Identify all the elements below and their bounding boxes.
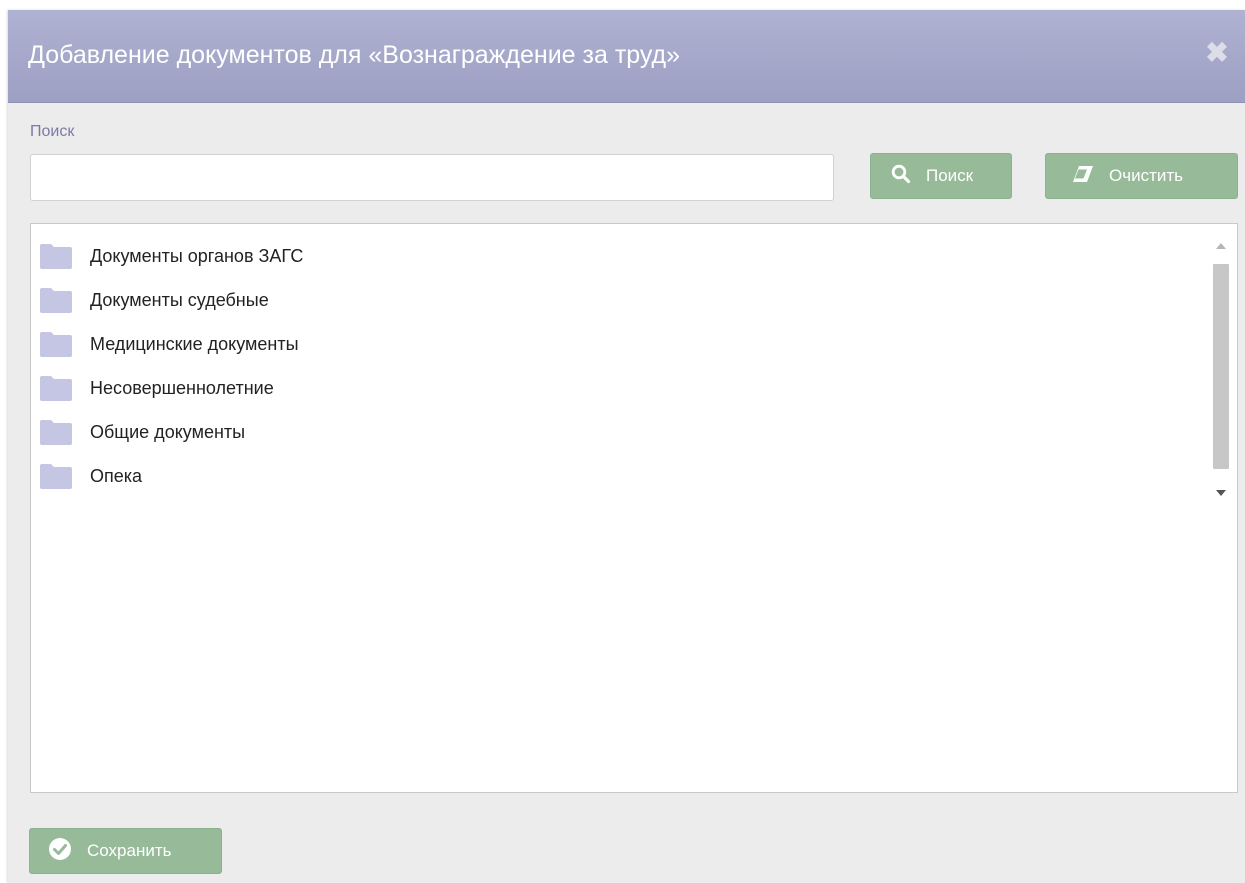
dialog-titlebar: Добавление документов для «Вознаграждени… (8, 10, 1245, 103)
search-button-label: Поиск (926, 166, 974, 185)
eraser-icon (1072, 165, 1094, 188)
search-input[interactable] (30, 154, 834, 201)
tree-item-label: Медицинские документы (90, 333, 299, 354)
clear-button-label: Очистить (1109, 166, 1184, 185)
check-circle-icon (48, 837, 72, 866)
tree-item-label: Документы органов ЗАГС (90, 245, 304, 266)
folder-icon (40, 419, 72, 445)
search-label: Поиск (30, 123, 75, 140)
folder-icon (40, 375, 72, 401)
tree-item-label: Опека (90, 465, 143, 486)
document-tree-panel: Документы органов ЗАГС Документы судебны… (30, 223, 1238, 793)
tree-item[interactable]: Документы органов ЗАГС (31, 234, 303, 278)
clear-button[interactable]: Очистить (1045, 153, 1238, 199)
folder-icon (40, 243, 72, 269)
document-tree: Документы органов ЗАГС Документы судебны… (31, 234, 303, 498)
scroll-up-arrow-icon[interactable] (1212, 237, 1230, 255)
scrollbar-thumb[interactable] (1213, 264, 1229, 469)
tree-item-label: Общие документы (90, 421, 246, 442)
save-button-label: Сохранить (87, 841, 172, 860)
add-documents-dialog: Добавление документов для «Вознаграждени… (8, 10, 1245, 883)
tree-item[interactable]: Опека (31, 454, 303, 498)
dialog-title: Добавление документов для «Вознаграждени… (28, 41, 681, 69)
search-button[interactable]: Поиск (870, 153, 1012, 199)
tree-scrollbar[interactable] (1212, 237, 1230, 502)
close-icon[interactable]: ✖ (1203, 39, 1231, 67)
tree-item[interactable]: Общие документы (31, 410, 303, 454)
folder-icon (40, 463, 72, 489)
tree-item[interactable]: Документы судебные (31, 278, 303, 322)
tree-item[interactable]: Медицинские документы (31, 322, 303, 366)
tree-item-label: Документы судебные (90, 289, 269, 310)
folder-icon (40, 287, 72, 313)
scroll-down-arrow-icon[interactable] (1212, 484, 1230, 502)
search-icon (891, 164, 911, 189)
save-button[interactable]: Сохранить (29, 828, 222, 874)
folder-icon (40, 331, 72, 357)
tree-item[interactable]: Несовершеннолетние (31, 366, 303, 410)
tree-item-label: Несовершеннолетние (90, 377, 274, 398)
